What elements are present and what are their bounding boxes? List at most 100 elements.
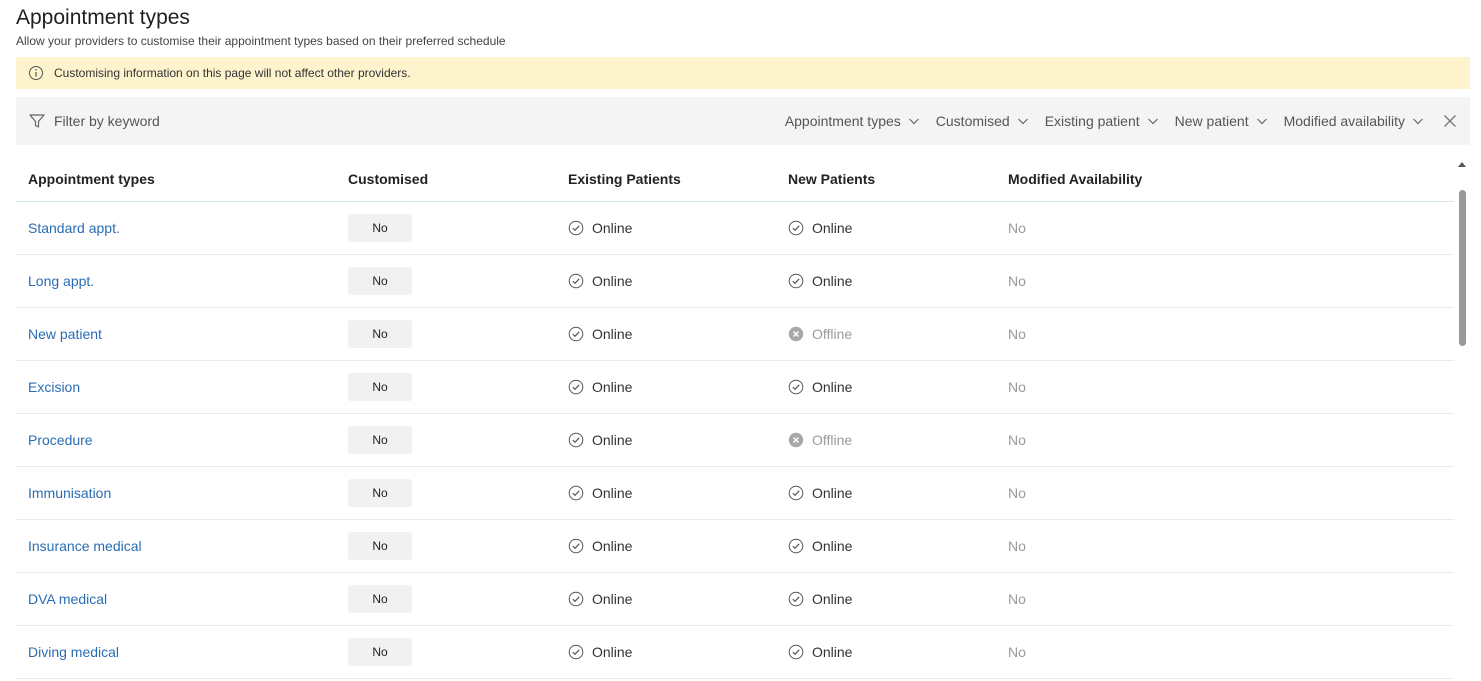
scroll-up-arrow-icon[interactable] bbox=[1456, 160, 1468, 170]
status-indicator: Online bbox=[568, 485, 632, 501]
check-circle-icon bbox=[568, 220, 584, 236]
filter-appointment-types[interactable]: Appointment types bbox=[785, 113, 920, 129]
status-indicator: Offline bbox=[788, 326, 852, 342]
existing-patients-status: Online bbox=[568, 202, 632, 254]
status-text: Online bbox=[592, 644, 633, 660]
customised-badge: No bbox=[348, 320, 412, 348]
existing-patients-status: Online bbox=[568, 414, 632, 466]
check-circle-icon bbox=[568, 644, 584, 660]
appointment-type-cell: Insurance medical bbox=[28, 520, 142, 572]
existing-patients-status: Online bbox=[568, 626, 632, 678]
customised-badge: No bbox=[348, 426, 412, 454]
appointment-type-cell: Immunisation bbox=[28, 467, 111, 519]
keyword-filter-input[interactable]: Filter by keyword bbox=[16, 112, 160, 130]
filter-dropdowns: Appointment types Customised Existing pa… bbox=[769, 97, 1458, 145]
new-patients-status: Offline bbox=[788, 414, 852, 466]
modified-availability-value: No bbox=[1008, 485, 1026, 501]
status-indicator: Online bbox=[788, 485, 852, 501]
customised-badge: No bbox=[348, 267, 412, 295]
status-text: Online bbox=[812, 644, 853, 660]
filter-bar: Filter by keyword Appointment types Cust… bbox=[16, 97, 1470, 145]
status-text: Offline bbox=[812, 432, 853, 448]
appointment-type-cell: New patient bbox=[28, 308, 102, 360]
customised-badge: No bbox=[348, 532, 412, 560]
existing-patients-status: Online bbox=[568, 361, 632, 413]
table-row: Immunisation No Online Online No bbox=[16, 467, 1454, 520]
modified-availability-value: No bbox=[1008, 644, 1026, 660]
check-circle-icon bbox=[788, 538, 804, 554]
status-text: Online bbox=[592, 591, 633, 607]
appointment-type-link[interactable]: New patient bbox=[28, 326, 102, 342]
chevron-down-icon bbox=[908, 115, 920, 127]
status-indicator: Online bbox=[568, 379, 632, 395]
check-circle-icon bbox=[568, 379, 584, 395]
appointment-type-cell: Procedure bbox=[28, 414, 93, 466]
modified-availability-value: No bbox=[1008, 379, 1026, 395]
table-row: DVA medical No Online Online No bbox=[16, 573, 1454, 626]
column-header-modified-availability[interactable]: Modified Availability bbox=[1008, 171, 1142, 187]
modified-availability-cell: No bbox=[1008, 520, 1026, 572]
check-circle-icon bbox=[788, 591, 804, 607]
table-row: Procedure No Online Offline No bbox=[16, 414, 1454, 467]
funnel-icon bbox=[28, 112, 46, 130]
table-header: Appointment types Customised Existing Pa… bbox=[16, 155, 1454, 202]
filter-customised[interactable]: Customised bbox=[936, 113, 1029, 129]
close-icon[interactable] bbox=[1442, 113, 1458, 129]
appointment-type-cell: Diving medical bbox=[28, 626, 119, 678]
status-text: Online bbox=[592, 379, 633, 395]
filter-modified-availability[interactable]: Modified availability bbox=[1284, 113, 1424, 129]
customised-cell: No bbox=[348, 361, 412, 413]
appointment-type-link[interactable]: Insurance medical bbox=[28, 538, 142, 554]
filter-new-patient[interactable]: New patient bbox=[1175, 113, 1268, 129]
keyword-filter-placeholder: Filter by keyword bbox=[54, 113, 160, 129]
check-circle-icon bbox=[568, 485, 584, 501]
appointment-type-link[interactable]: Procedure bbox=[28, 432, 93, 448]
appointment-type-link[interactable]: Long appt. bbox=[28, 273, 94, 289]
customised-cell: No bbox=[348, 414, 412, 466]
appointment-type-link[interactable]: Diving medical bbox=[28, 644, 119, 660]
new-patients-status: Offline bbox=[788, 308, 852, 360]
filter-existing-patient[interactable]: Existing patient bbox=[1045, 113, 1159, 129]
appointment-type-link[interactable]: Immunisation bbox=[28, 485, 111, 501]
status-indicator: Online bbox=[568, 432, 632, 448]
customised-cell: No bbox=[348, 255, 412, 307]
customised-cell: No bbox=[348, 626, 412, 678]
scrollbar-thumb[interactable] bbox=[1459, 190, 1466, 346]
new-patients-status: Online bbox=[788, 202, 852, 254]
status-indicator: Online bbox=[568, 220, 632, 236]
check-circle-icon bbox=[788, 273, 804, 289]
customised-cell: No bbox=[348, 202, 412, 254]
status-indicator: Online bbox=[568, 644, 632, 660]
customised-badge: No bbox=[348, 638, 412, 666]
filter-label: New patient bbox=[1174, 113, 1249, 129]
existing-patients-status: Online bbox=[568, 255, 632, 307]
column-header-appointment-types[interactable]: Appointment types bbox=[28, 171, 155, 187]
table-row: New patient No Online Offline No bbox=[16, 308, 1454, 361]
appointment-type-cell: Excision bbox=[28, 361, 80, 413]
banner-text: Customising information on this page wil… bbox=[54, 66, 411, 80]
status-indicator: Online bbox=[788, 273, 852, 289]
page-title: Appointment types bbox=[16, 6, 190, 29]
check-circle-icon bbox=[788, 485, 804, 501]
appointment-type-link[interactable]: Standard appt. bbox=[28, 220, 120, 236]
status-indicator: Online bbox=[568, 273, 632, 289]
modified-availability-value: No bbox=[1008, 591, 1026, 607]
new-patients-status: Online bbox=[788, 255, 852, 307]
appointment-type-link[interactable]: Excision bbox=[28, 379, 80, 395]
column-header-existing-patients[interactable]: Existing Patients bbox=[568, 171, 681, 187]
table-row: Excision No Online Online No bbox=[16, 361, 1454, 414]
page-subtitle: Allow your providers to customise their … bbox=[16, 34, 506, 48]
check-circle-icon bbox=[568, 326, 584, 342]
filter-label: Appointment types bbox=[784, 113, 901, 129]
status-indicator: Online bbox=[568, 591, 632, 607]
status-text: Online bbox=[812, 379, 853, 395]
table-row: Standard appt. No Online Online No bbox=[16, 202, 1454, 255]
customised-cell: No bbox=[348, 308, 412, 360]
modified-availability-cell: No bbox=[1008, 626, 1026, 678]
column-header-new-patients[interactable]: New Patients bbox=[788, 171, 875, 187]
appointment-type-link[interactable]: DVA medical bbox=[28, 591, 107, 607]
customised-cell: No bbox=[348, 573, 412, 625]
status-indicator: Online bbox=[788, 591, 852, 607]
column-header-customised[interactable]: Customised bbox=[348, 171, 428, 187]
status-indicator: Online bbox=[788, 538, 852, 554]
